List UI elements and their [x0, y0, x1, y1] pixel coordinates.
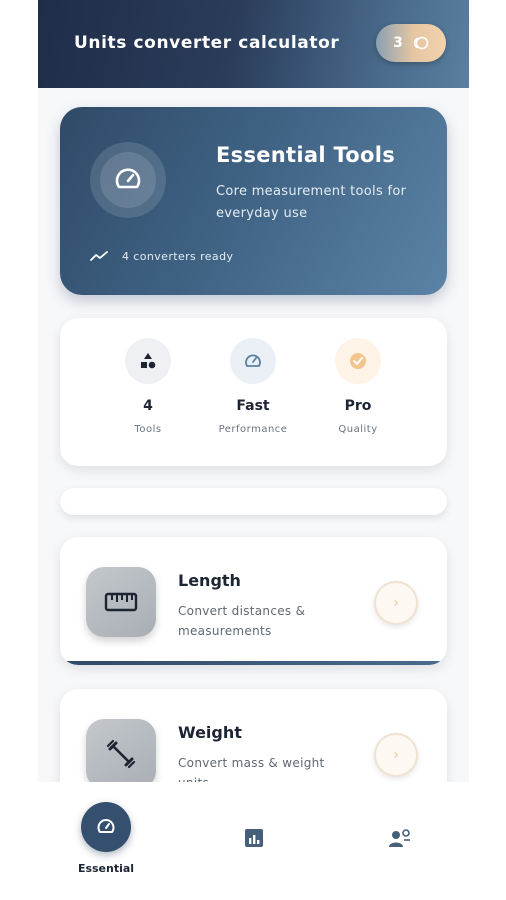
chevron-right-icon[interactable]: ›	[374, 581, 418, 625]
stat-value: Pro	[344, 398, 372, 414]
nav-tab-essential[interactable]: Essential	[66, 802, 146, 875]
hero-subtitle: Core measurement tools for everyday use	[216, 184, 407, 221]
trend-line-icon	[90, 247, 110, 266]
hero-title: Essential Tools	[216, 143, 396, 167]
coin-count: 3	[393, 35, 403, 51]
chart-icon	[244, 828, 264, 852]
app-screen: Units converter calculator 3 Essential T…	[38, 0, 469, 900]
nav-tab-stats[interactable]	[242, 828, 266, 852]
stat-label: Quality	[338, 424, 378, 435]
users-icon	[388, 828, 412, 852]
shapes-icon	[125, 338, 171, 384]
gauge-icon	[81, 802, 131, 852]
stat-label: Performance	[218, 424, 288, 435]
hero-status: 4 converters ready	[90, 247, 233, 266]
gauge-icon	[100, 152, 156, 208]
coin-stack-icon	[411, 36, 429, 50]
converter-subtitle: Convert distances & measurements	[178, 604, 306, 638]
app-header: Units converter calculator 3	[38, 0, 469, 88]
dumbbell-icon	[86, 719, 156, 789]
converter-card-length[interactable]: Length Convert distances & measurements …	[60, 537, 447, 665]
filter-bar[interactable]	[60, 488, 447, 515]
converter-title: Length	[178, 571, 241, 590]
stat-value: 4	[143, 398, 153, 414]
check-badge-icon	[335, 338, 381, 384]
stat-tools: 4 Tools	[93, 338, 203, 435]
stat-performance: Fast Performance	[198, 338, 308, 435]
hero-status-text: 4 converters ready	[122, 250, 234, 263]
gauge-icon	[230, 338, 276, 384]
stat-value: Fast	[236, 398, 270, 414]
stat-quality: Pro Quality	[303, 338, 413, 435]
ruler-icon	[86, 567, 156, 637]
converter-title: Weight	[178, 723, 242, 742]
card-accent-line	[60, 661, 447, 665]
nav-tab-profile[interactable]	[388, 828, 412, 852]
stat-label: Tools	[134, 424, 162, 435]
hero-icon-circle	[90, 142, 166, 218]
coins-button[interactable]: 3	[376, 24, 446, 62]
bottom-navigation: Essential	[38, 782, 469, 900]
nav-tab-label: Essential	[77, 862, 135, 875]
essential-tools-card: Essential Tools Core measurement tools f…	[60, 107, 447, 295]
stats-card: 4 Tools Fast Performance Pro Quality	[60, 318, 447, 466]
app-title: Units converter calculator	[74, 33, 340, 53]
chevron-right-icon[interactable]: ›	[374, 733, 418, 777]
